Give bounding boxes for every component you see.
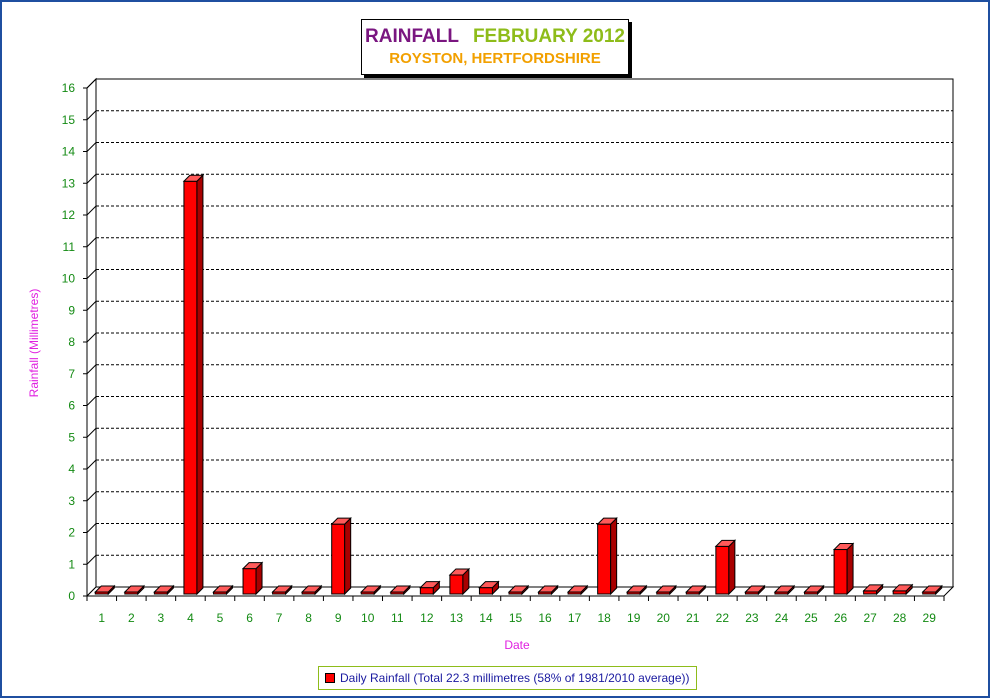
bar-face bbox=[242, 568, 257, 595]
bar-face bbox=[183, 180, 198, 595]
bar bbox=[832, 542, 855, 596]
bar-face bbox=[419, 587, 434, 595]
y-tick-label: 16 bbox=[62, 81, 76, 95]
y-tick-label: 5 bbox=[68, 430, 75, 444]
x-tick-label: 10 bbox=[361, 611, 375, 625]
y-tick-label: 0 bbox=[68, 589, 75, 603]
x-tick-label: 3 bbox=[158, 611, 165, 625]
x-tick-label: 11 bbox=[391, 611, 404, 625]
bar-face bbox=[833, 549, 848, 595]
x-tick-label: 19 bbox=[627, 611, 641, 625]
x-tick-label: 14 bbox=[479, 611, 493, 625]
bar bbox=[330, 516, 352, 596]
x-tick-label: 18 bbox=[597, 611, 611, 625]
x-tick-label: 20 bbox=[657, 611, 671, 625]
x-tick-label: 12 bbox=[420, 611, 434, 625]
x-tick-label: 28 bbox=[893, 611, 907, 625]
y-tick-label: 8 bbox=[68, 335, 75, 349]
x-tick-label: 27 bbox=[863, 611, 877, 625]
chart-legend: Daily Rainfall (Total 22.3 millimetres (… bbox=[318, 666, 697, 690]
legend-swatch bbox=[325, 673, 335, 683]
y-tick-label: 11 bbox=[63, 240, 76, 254]
y-tick-label: 15 bbox=[62, 113, 76, 127]
bar bbox=[714, 539, 737, 596]
x-tick-label: 16 bbox=[538, 611, 552, 625]
y-tick-label: 6 bbox=[68, 399, 75, 413]
bar bbox=[596, 516, 618, 596]
x-tick-label: 17 bbox=[568, 611, 582, 625]
bar-side bbox=[610, 516, 618, 596]
bar-face bbox=[331, 523, 346, 595]
rainfall-chart: 0123456789101112131415161 2 3 4 5 6 7 8 9 10 11 12 1… bbox=[27, 77, 955, 652]
x-tick-label: 2 bbox=[128, 611, 135, 625]
bar-side bbox=[196, 174, 204, 596]
title-main: RAINFALL bbox=[365, 26, 459, 47]
bar-face bbox=[715, 545, 730, 595]
x-tick-label: 6 bbox=[246, 611, 253, 625]
y-axis-title: Rainfall (Millimetres) bbox=[27, 289, 41, 398]
x-tick-label: 26 bbox=[834, 611, 848, 625]
chart-title-box: RAINFALL FEBRUARY 2012 ROYSTON, HERTFORDS… bbox=[361, 19, 629, 75]
x-tick-label: 25 bbox=[804, 611, 818, 625]
bar-face bbox=[478, 587, 493, 595]
bar-side bbox=[344, 516, 352, 596]
y-tick-label: 12 bbox=[62, 208, 76, 222]
bar-face bbox=[597, 523, 612, 595]
title-period: FEBRUARY 2012 bbox=[472, 26, 625, 47]
bar bbox=[241, 561, 264, 596]
y-tick-label: 13 bbox=[62, 176, 76, 190]
x-tick-label: 4 bbox=[187, 611, 194, 625]
x-tick-label: 29 bbox=[923, 611, 937, 625]
chart-subtitle: ROYSTON, HERTFORDSHIRE bbox=[389, 50, 601, 67]
x-tick-label: 8 bbox=[305, 611, 312, 625]
x-tick-label: 22 bbox=[716, 611, 730, 625]
y-tick-label: 3 bbox=[68, 494, 75, 508]
x-tick-label: 23 bbox=[745, 611, 759, 625]
x-tick-label: 21 bbox=[686, 611, 700, 625]
x-tick-label: 9 bbox=[335, 611, 342, 625]
y-tick-label: 10 bbox=[62, 272, 76, 286]
x-tick-label: 1 bbox=[98, 611, 105, 625]
bar-face bbox=[449, 574, 464, 595]
x-tick-label: 15 bbox=[509, 611, 523, 625]
x-axis-title: Date bbox=[504, 638, 530, 652]
bar-side bbox=[728, 539, 736, 596]
bar bbox=[448, 567, 471, 596]
x-tick-label: 24 bbox=[775, 611, 789, 625]
plot-back-wall bbox=[95, 78, 954, 588]
y-tick-label: 9 bbox=[68, 303, 75, 317]
x-tick-label: 5 bbox=[217, 611, 224, 625]
y-tick-label: 7 bbox=[68, 367, 75, 381]
y-tick-label: 4 bbox=[68, 462, 75, 476]
bar-side bbox=[846, 542, 854, 596]
legend-label: Daily Rainfall (Total 22.3 millimetres (… bbox=[340, 671, 690, 685]
y-tick-label: 1 bbox=[68, 557, 75, 571]
y-tick-label: 2 bbox=[68, 526, 75, 540]
chart-title: RAINFALL FEBRUARY 2012 bbox=[362, 26, 628, 48]
x-tick-label: 7 bbox=[276, 611, 283, 625]
x-tick-label: 13 bbox=[450, 611, 464, 625]
bar bbox=[182, 174, 205, 596]
y-tick-label: 14 bbox=[62, 145, 76, 159]
